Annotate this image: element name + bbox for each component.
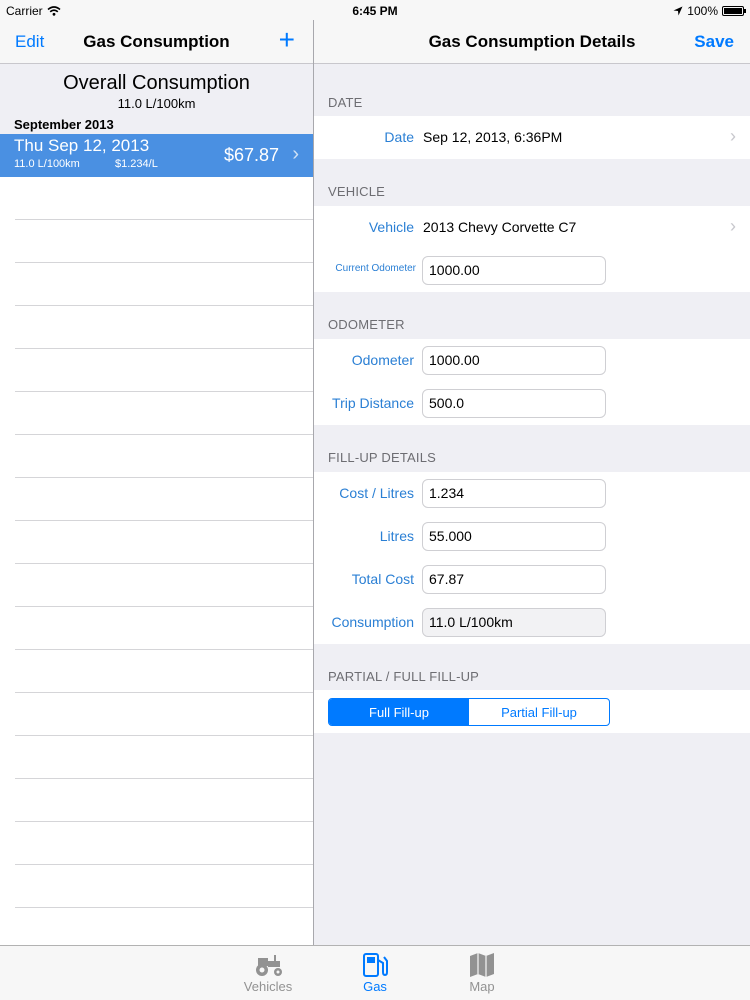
date-label: Date <box>384 129 414 145</box>
empty-row <box>15 865 313 908</box>
vehicle-label: Vehicle <box>368 219 414 235</box>
chevron-right-icon: › <box>730 126 736 146</box>
master-navbar: Edit Gas Consumption + <box>0 20 313 64</box>
chevron-right-icon: › <box>292 143 299 165</box>
empty-row <box>15 349 313 392</box>
consumption-label: Consumption <box>331 614 415 630</box>
month-section-header: September 2013 <box>0 114 313 134</box>
empty-row <box>15 220 313 263</box>
overall-value: 11.0 L/100km <box>117 96 196 111</box>
battery-icon <box>722 6 746 16</box>
date-section-header: DATE <box>328 95 363 110</box>
odometer-field[interactable]: 1000.00 <box>422 346 606 375</box>
vehicle-section-header: VEHICLE <box>328 184 386 199</box>
tab-vehicles[interactable]: Vehicles <box>228 952 308 994</box>
partial-full-section-header: PARTIAL / FULL FILL-UP <box>328 669 480 684</box>
entry-consumption: 11.0 L/100km <box>14 158 80 170</box>
clock: 6:45 PM <box>352 4 398 18</box>
fillup-group: Cost / Litres 1.234 Litres 55.000 Total … <box>314 472 750 644</box>
odometer-section-header: ODOMETER <box>328 317 405 332</box>
empty-row <box>15 392 313 435</box>
empty-row <box>15 564 313 607</box>
gas-pump-icon <box>363 953 388 977</box>
master-title: Gas Consumption <box>83 32 230 51</box>
empty-row <box>15 822 313 865</box>
vehicle-row[interactable]: Vehicle 2013 Chevy Corvette C7 › <box>314 206 750 249</box>
overall-consumption-header: Overall Consumption 11.0 L/100km <box>0 64 313 114</box>
date-value: Sep 12, 2013, 6:36PM <box>423 129 563 145</box>
trip-distance-field[interactable]: 500.0 <box>422 389 606 418</box>
detail-navbar: Gas Consumption Details Save <box>314 20 750 64</box>
add-button[interactable]: + <box>279 26 295 54</box>
tab-map-label: Map <box>469 979 495 994</box>
current-odometer-label: Current Odometer <box>335 263 416 274</box>
cost-per-litre-field[interactable]: 1.234 <box>422 479 606 508</box>
empty-row <box>15 263 313 306</box>
fillup-section-header: FILL-UP DETAILS <box>328 450 436 465</box>
tab-vehicles-label: Vehicles <box>243 979 293 994</box>
chevron-right-icon: › <box>730 216 736 236</box>
consumption-field: 11.0 L/100km <box>422 608 606 637</box>
empty-row <box>15 736 313 779</box>
trip-distance-label: Trip Distance <box>332 395 414 411</box>
empty-row <box>15 435 313 478</box>
empty-row <box>15 693 313 736</box>
total-cost-label: Total Cost <box>351 571 414 587</box>
map-icon <box>470 953 494 977</box>
cost-per-litre-label: Cost / Litres <box>339 485 414 501</box>
location-arrow-icon <box>673 6 683 16</box>
entry-date: Thu Sep 12, 2013 <box>14 136 150 155</box>
odometer-group: Odometer 1000.00 Trip Distance 500.0 <box>314 339 750 425</box>
full-fillup-segment[interactable]: Full Fill-up <box>329 699 469 725</box>
empty-row <box>15 908 313 945</box>
empty-rows <box>0 177 313 945</box>
list-item-selected[interactable]: Thu Sep 12, 2013 11.0 L/100km $1.234/L $… <box>0 134 313 177</box>
tab-bar: Vehicles Gas Map <box>0 945 750 1000</box>
total-cost-field[interactable]: 67.87 <box>422 565 606 594</box>
detail-panel: DATE Date Sep 12, 2013, 6:36PM › VEHICLE… <box>314 64 750 945</box>
empty-row <box>15 650 313 693</box>
date-row[interactable]: Date Sep 12, 2013, 6:36PM › <box>314 116 750 159</box>
current-odometer-field[interactable]: 1000.00 <box>422 256 606 285</box>
vehicle-group: Vehicle 2013 Chevy Corvette C7 › Current… <box>314 206 750 292</box>
entry-price-per-litre: $1.234/L <box>115 158 158 170</box>
fillup-type-group: Full Fill-up Partial Fill-up <box>314 690 750 733</box>
litres-label: Litres <box>379 528 414 544</box>
tab-map[interactable]: Map <box>442 952 522 994</box>
save-button[interactable]: Save <box>694 32 734 52</box>
vehicle-value: 2013 Chevy Corvette C7 <box>423 219 577 235</box>
entry-amount: $67.87 <box>223 145 279 165</box>
empty-row <box>15 177 313 220</box>
tab-gas-label: Gas <box>363 979 387 994</box>
empty-row <box>15 521 313 564</box>
litres-field[interactable]: 55.000 <box>422 522 606 551</box>
odometer-label: Odometer <box>351 352 414 368</box>
fillup-type-segmented-control[interactable]: Full Fill-up Partial Fill-up <box>328 698 610 726</box>
empty-row <box>15 306 313 349</box>
status-bar: Carrier 6:45 PM 100% <box>0 0 750 20</box>
overall-title: Overall Consumption <box>63 72 250 94</box>
empty-row <box>15 607 313 650</box>
detail-title: Gas Consumption Details <box>428 32 636 51</box>
empty-row <box>15 478 313 521</box>
tab-gas[interactable]: Gas <box>335 952 415 994</box>
consumption-list: Overall Consumption 11.0 L/100km Septemb… <box>0 64 313 945</box>
empty-row <box>15 779 313 822</box>
tractor-icon <box>256 955 282 976</box>
partial-fillup-segment[interactable]: Partial Fill-up <box>469 699 609 725</box>
battery-percent: 100% <box>687 4 718 18</box>
